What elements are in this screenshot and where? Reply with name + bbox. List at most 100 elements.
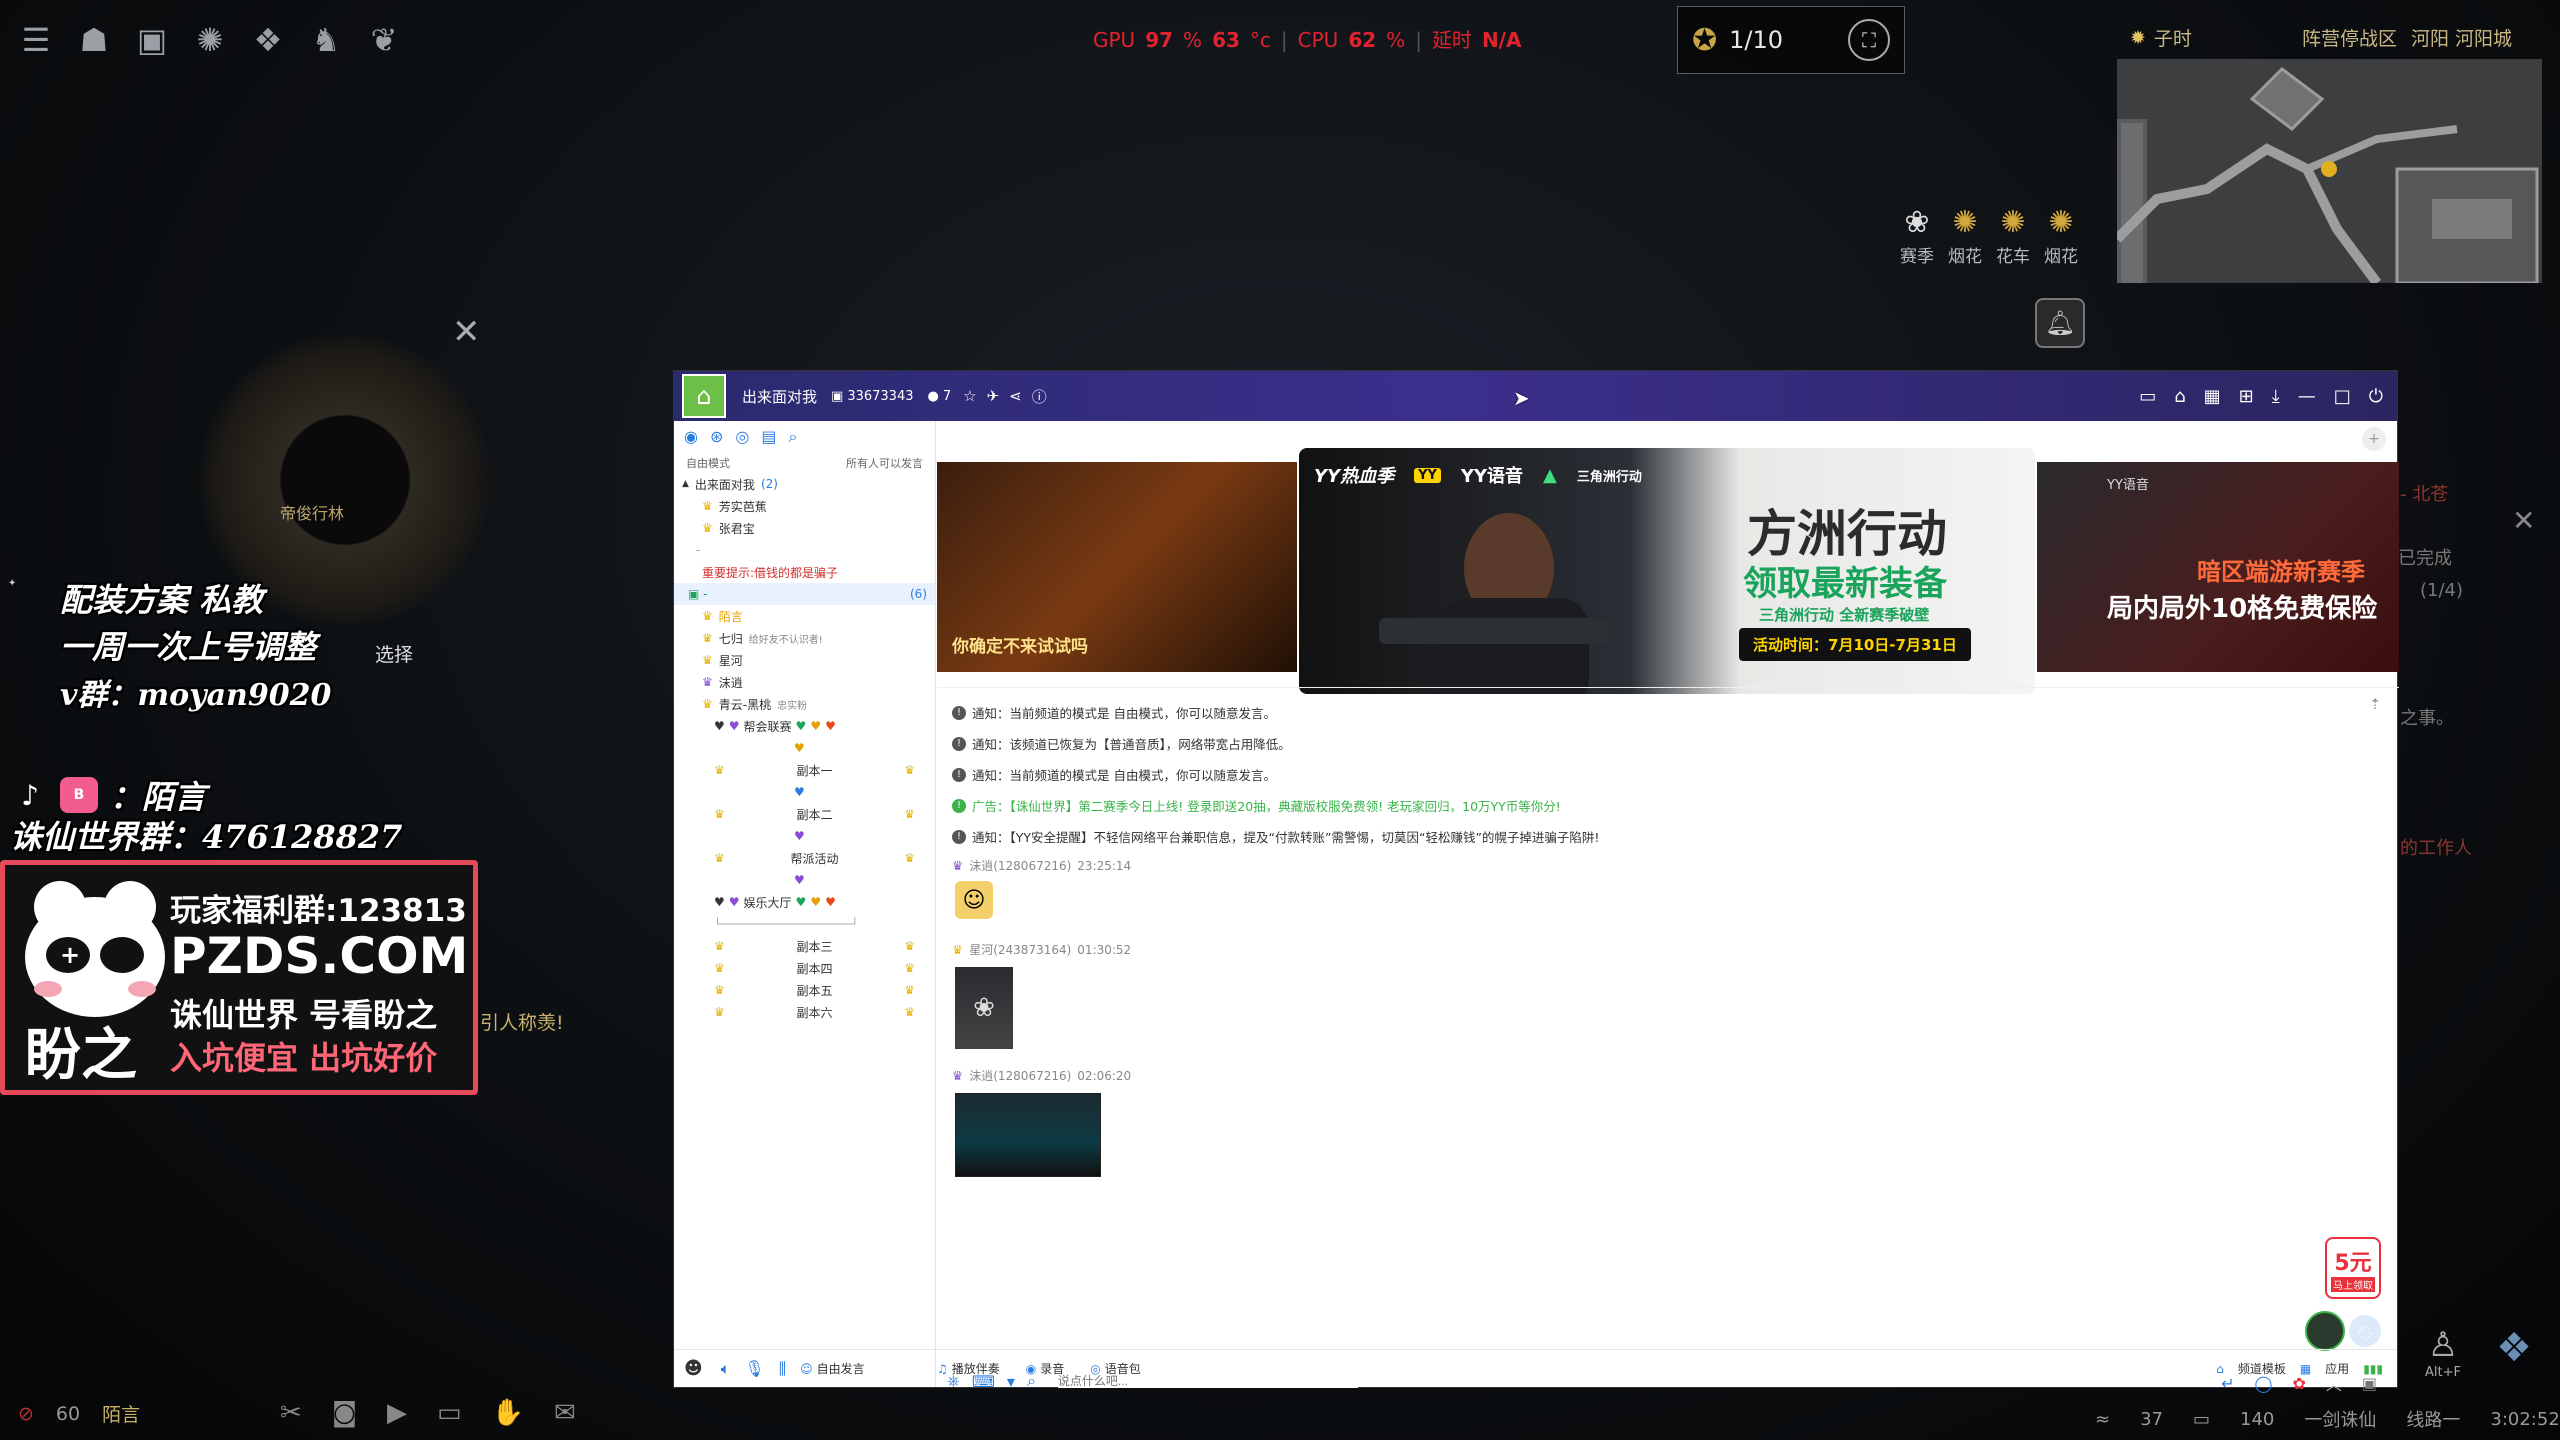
speaker-icon[interactable]: 🔈︎ bbox=[721, 1359, 731, 1379]
search-icon[interactable]: ⌕ bbox=[788, 427, 797, 447]
user-row[interactable]: ♛ 芳实芭蕉 bbox=[674, 495, 935, 517]
gamepad-icon[interactable]: ⊞ bbox=[2239, 386, 2254, 407]
menu-icon[interactable]: ☰ bbox=[14, 18, 58, 62]
user-row[interactable]: ♛ 青云-黑桃 忠实粉 bbox=[674, 693, 935, 715]
banner-carousel[interactable]: 你确定不来试试吗 YY热血季 YY YY语音 ▲ 三角洲行动 方洲行动 领取最新… bbox=[937, 448, 2399, 694]
minimap[interactable] bbox=[2117, 59, 2542, 283]
power-icon[interactable]: ⏻ bbox=[2369, 386, 2383, 407]
template-label[interactable]: 频道模板 bbox=[2238, 1360, 2286, 1377]
room-row[interactable]: ♛ 副本三 ♛ bbox=[674, 935, 935, 957]
maximize-icon[interactable]: □ bbox=[2334, 386, 2351, 407]
bag-icon[interactable]: ▣ bbox=[130, 18, 174, 62]
message-user[interactable]: 沫逍(128067216) bbox=[969, 1067, 1071, 1084]
select-label[interactable]: 选择 bbox=[375, 640, 413, 667]
promo-button[interactable]: 5元 马上领取 bbox=[2325, 1237, 2381, 1299]
user-row[interactable]: ♛ 沫逍 bbox=[674, 671, 935, 693]
banner-subtitle-2: 三角洲行动 全新赛季破壁 bbox=[1759, 606, 1930, 624]
expand-icon[interactable]: + bbox=[2362, 427, 2386, 451]
skill-icon[interactable]: ✺ bbox=[188, 18, 232, 62]
user-row[interactable]: ♛ 陌言 bbox=[674, 605, 935, 627]
room-row[interactable]: ♛ 副本六 ♛ bbox=[674, 1001, 935, 1023]
sub-channel[interactable]: ▣ - (6) bbox=[674, 583, 935, 605]
screenshot-attachment[interactable] bbox=[955, 1093, 1101, 1177]
room-row[interactable]: ♛ 副本五 ♛ bbox=[674, 979, 935, 1001]
room-row[interactable]: ♛ 副本一 ♛ bbox=[674, 759, 935, 781]
promo-amount: 5元 bbox=[2334, 1250, 2372, 1276]
rabbit-icon: ❀ bbox=[973, 993, 995, 1023]
note-icon[interactable]: ▤ bbox=[761, 427, 776, 447]
fullscreen-icon[interactable]: ⛶ bbox=[1848, 19, 1890, 61]
volume-value: 60 bbox=[55, 1402, 81, 1425]
mode-label[interactable]: 自由模式 bbox=[686, 455, 730, 471]
banner-right[interactable]: YY语音 暗区端游新赛季 局内局外10格免费保险 bbox=[2037, 462, 2399, 672]
mute-icon[interactable]: ⊘ bbox=[18, 1403, 34, 1425]
float-button[interactable]: ✺ 花车 bbox=[1996, 205, 2030, 267]
banner-main[interactable]: YY热血季 YY YY语音 ▲ 三角洲行动 方洲行动 领取最新装备 三角洲行动 … bbox=[1299, 448, 2035, 694]
info-icon[interactable]: ⓘ bbox=[1032, 386, 1047, 407]
close-icon-right[interactable]: ✕ bbox=[2512, 504, 2535, 537]
user-row[interactable]: ♛ 七归 给好友不认识者! bbox=[674, 627, 935, 649]
firework-button-2[interactable]: ✺ 烟花 bbox=[2044, 205, 2078, 267]
video-icon[interactable]: ▶ bbox=[387, 1398, 407, 1428]
apps-icon[interactable]: ▦ bbox=[2300, 1362, 2311, 1376]
chat-icon[interactable]: ▭ bbox=[437, 1398, 462, 1428]
voice-pack-button[interactable]: ◎ 语音包 bbox=[1090, 1360, 1141, 1377]
hand-icon[interactable]: ✋ bbox=[492, 1398, 524, 1428]
room-row[interactable]: ♛ 副本四 ♛ bbox=[674, 957, 935, 979]
share-icon[interactable]: ⋖ bbox=[1009, 387, 1022, 405]
star-icon[interactable]: ☆ bbox=[963, 387, 976, 405]
character-icon[interactable]: ☗ bbox=[72, 18, 116, 62]
image-attachment[interactable]: ❀ bbox=[955, 967, 1013, 1049]
screen-icon[interactable]: ▭ bbox=[2139, 386, 2156, 407]
equalizer-icon[interactable]: ⫼ bbox=[779, 1359, 786, 1379]
firework-button[interactable]: ✺ 烟花 bbox=[1948, 205, 1982, 267]
banner-left[interactable]: 你确定不来试试吗 bbox=[937, 462, 1297, 672]
apps-label[interactable]: 应用 bbox=[2325, 1360, 2349, 1377]
zone-info: 阵营停战区 河阳 河阳城 bbox=[2302, 24, 2512, 51]
free-speak-button[interactable]: ☺ 自由发言 bbox=[800, 1360, 865, 1377]
close-icon[interactable]: ✕ bbox=[452, 312, 481, 352]
message-user[interactable]: 沫逍(128067216) bbox=[969, 857, 1071, 874]
tools-icon[interactable]: ✂ bbox=[280, 1398, 302, 1428]
sticker-image[interactable]: ☺ bbox=[955, 881, 993, 919]
root-channel[interactable]: ▲ 出来面对我 (2) bbox=[674, 473, 935, 495]
mount-icon[interactable]: ♞ bbox=[304, 18, 348, 62]
apps-icon[interactable]: ▦ bbox=[2204, 386, 2221, 407]
bell-icon[interactable]: 🔔︎ bbox=[2035, 298, 2085, 348]
ad-notice-text[interactable]: 广告：【诛仙世界】第二赛季今日上线! 登录即送20抽，典藏版校服免费领! 老玩家… bbox=[972, 796, 1561, 815]
season-button[interactable]: ❀ 赛季 bbox=[1900, 205, 1934, 267]
scroll-top-icon[interactable]: ⇡ bbox=[2369, 697, 2381, 713]
user-row[interactable]: ♛ 星河 bbox=[674, 649, 935, 671]
sect-icon[interactable]: ❖ bbox=[2488, 1322, 2540, 1374]
banner-game: 三角洲行动 bbox=[1576, 469, 1642, 485]
link-icon[interactable]: ⊛ bbox=[710, 427, 723, 447]
minimize-icon[interactable]: — bbox=[2298, 386, 2316, 407]
room-name: 副本四 bbox=[796, 961, 833, 976]
location-icon[interactable]: ◎ bbox=[735, 427, 749, 447]
plane-icon[interactable]: ✈ bbox=[987, 387, 1000, 405]
record-button[interactable]: ◉ 录音 bbox=[1026, 1360, 1065, 1377]
heart-icon: ♥ bbox=[795, 719, 807, 733]
message-user[interactable]: 星河(243873164) bbox=[969, 941, 1071, 958]
avatar[interactable] bbox=[2305, 1311, 2345, 1351]
camera-icon[interactable]: ◙ bbox=[332, 1398, 357, 1428]
avatar[interactable]: ☻ bbox=[684, 1358, 703, 1379]
shop-icon[interactable]: ❦ bbox=[362, 18, 406, 62]
mic-icon[interactable]: 🎙︎ bbox=[744, 1359, 764, 1378]
home-icon[interactable]: ⌂ bbox=[2174, 386, 2185, 407]
user-row[interactable]: ♛ 张君宝 bbox=[674, 517, 935, 539]
room-row[interactable]: ♥ ♥ 娱乐大厅 ♥ ♥ ♥ bbox=[674, 891, 935, 913]
mail-icon[interactable]: ✉ bbox=[554, 1398, 576, 1428]
alt-f-button[interactable]: ♙ Alt+F bbox=[2425, 1325, 2461, 1380]
user-icon[interactable]: ◉ bbox=[684, 427, 698, 447]
download-icon[interactable]: ⤓ bbox=[2272, 386, 2280, 407]
accompany-button[interactable]: ♫ 播放伴奏 bbox=[937, 1360, 1000, 1377]
room-row[interactable]: ♛ 帮派活动 ♛ bbox=[674, 847, 935, 869]
guild-icon[interactable]: ❖ bbox=[246, 18, 290, 62]
fps-value: 140 bbox=[2240, 1408, 2275, 1430]
room-row[interactable]: ♛ 副本二 ♛ bbox=[674, 803, 935, 825]
line-name[interactable]: 线路一 bbox=[2406, 1406, 2460, 1432]
float-assistant-icon[interactable]: ◌ bbox=[2349, 1315, 2381, 1347]
alt-label: Alt+F bbox=[2425, 1365, 2461, 1380]
room-row[interactable]: ♥ ♥ 帮会联赛 ♥ ♥ ♥ bbox=[674, 715, 935, 737]
